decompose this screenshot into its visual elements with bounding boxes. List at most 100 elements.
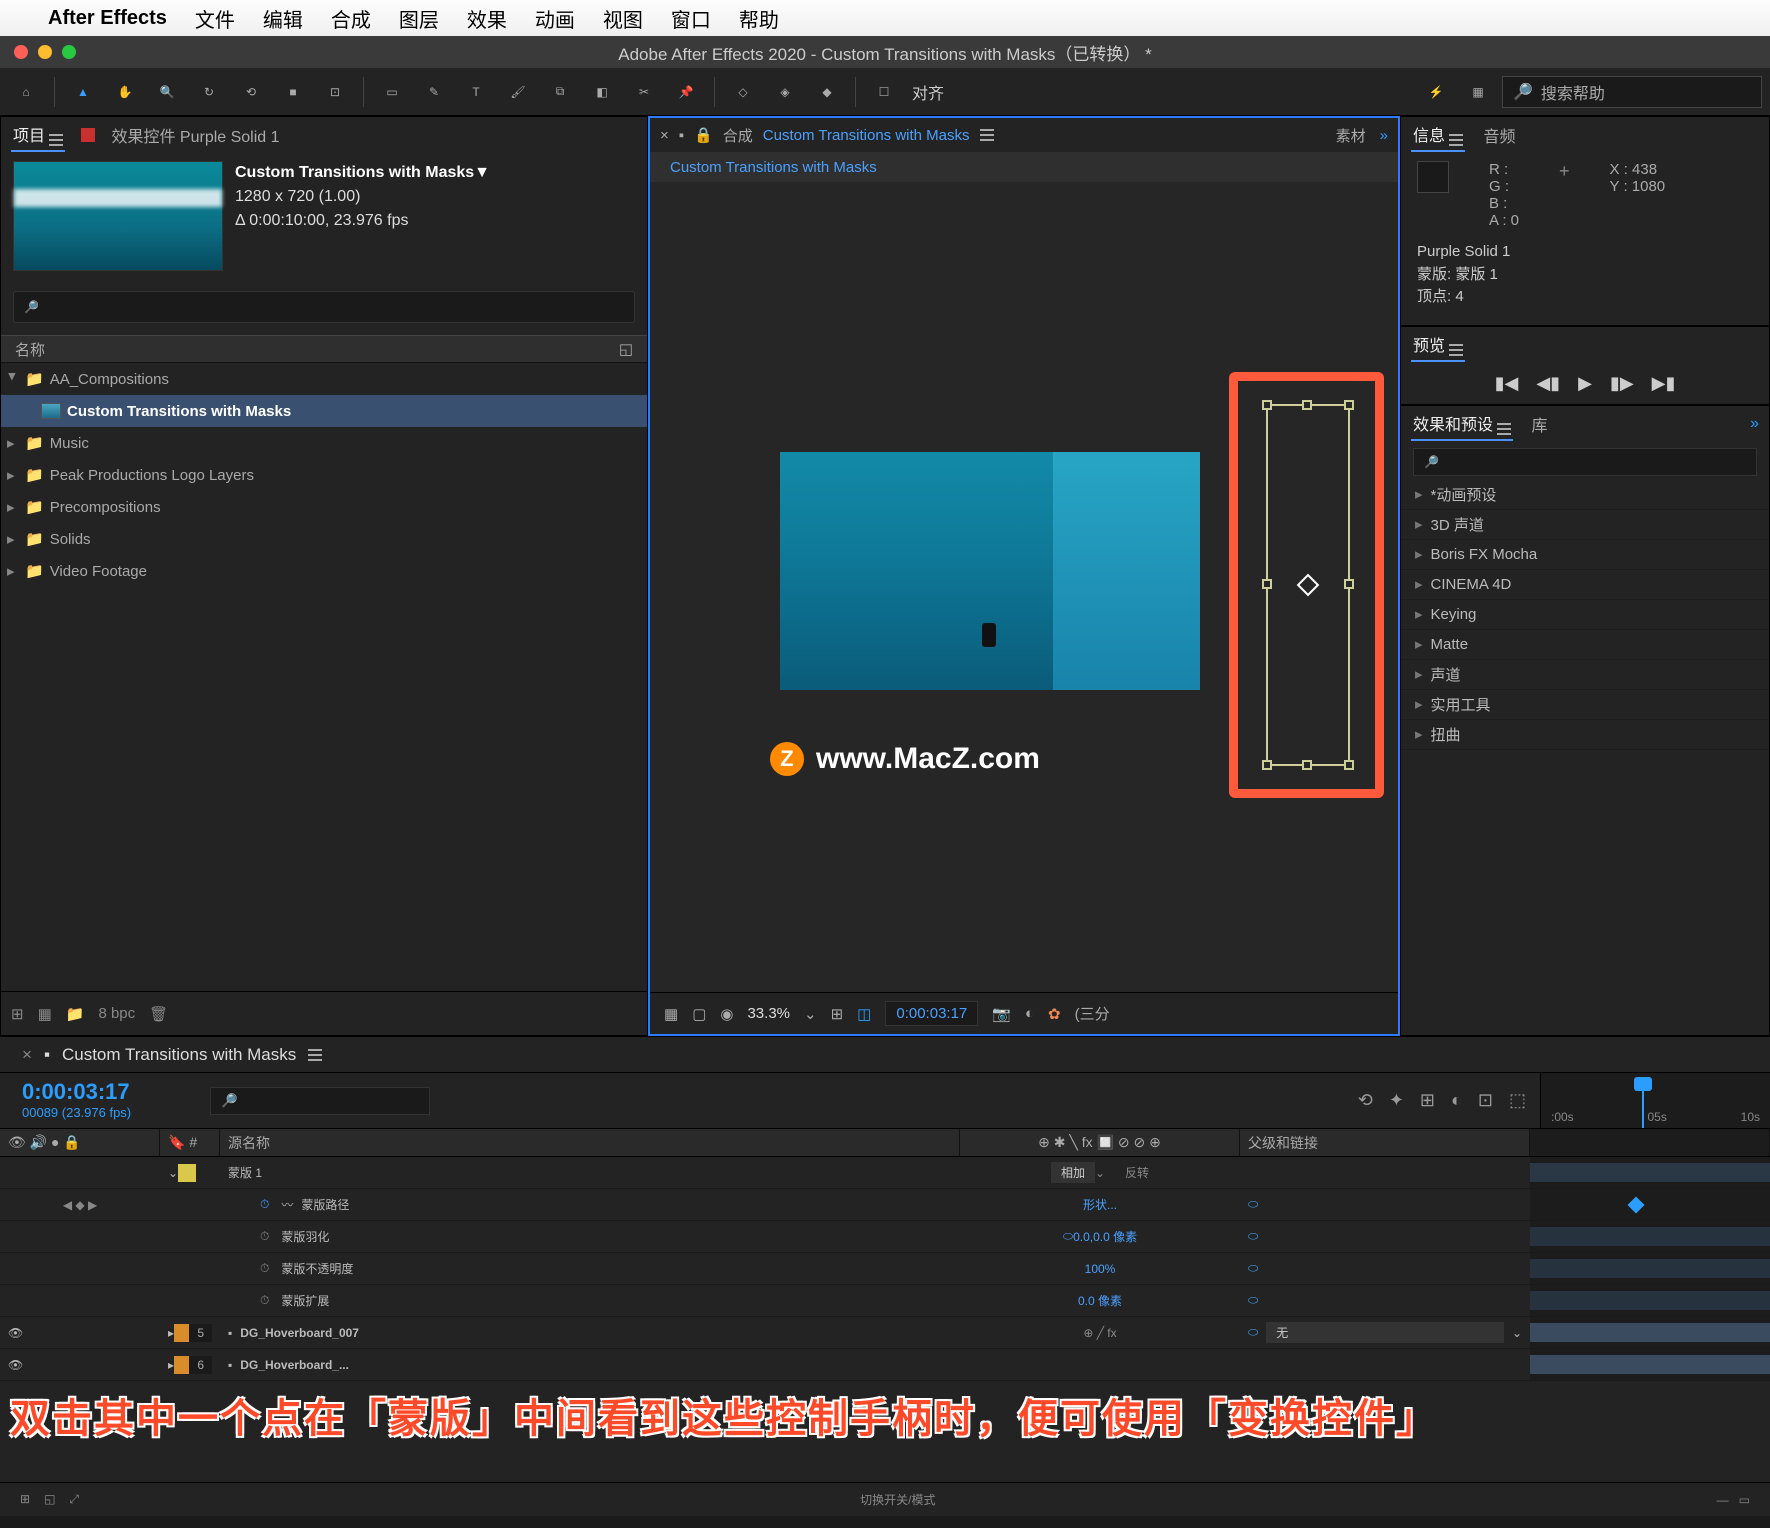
rotate-tool[interactable]: ⟲ — [233, 74, 269, 110]
fx-category-c4d[interactable]: ▸CINEMA 4D — [1401, 570, 1769, 600]
footage-tab[interactable]: 素材 — [1336, 125, 1366, 146]
menu-layer[interactable]: 图层 — [399, 4, 439, 33]
play-button[interactable]: ▶ — [1578, 373, 1592, 394]
layer-5-row[interactable]: 👁▸5 ▪DG_Hoverboard_007 ⊕ ╱ fx ⬭无⌄ — [0, 1317, 1770, 1349]
preview-menu-icon[interactable] — [1449, 349, 1463, 351]
resolution-dropdown[interactable]: (三分 — [1075, 1003, 1110, 1024]
stopwatch-icon[interactable]: ⏱ — [260, 1261, 269, 1276]
mask-handle-bottom-right[interactable] — [1344, 760, 1354, 770]
comp-panel-menu-icon[interactable] — [980, 134, 994, 136]
new-folder-button[interactable]: 📁 — [66, 1005, 85, 1023]
show-channel-icon[interactable]: ◐ — [1025, 1005, 1034, 1022]
app-name[interactable]: After Effects — [48, 7, 167, 30]
mask-handle-top-mid[interactable] — [1302, 400, 1312, 410]
col-source-name[interactable]: 源名称 — [220, 1129, 960, 1156]
snap-toggle[interactable]: ☐ — [866, 74, 902, 110]
layer-6-row[interactable]: 👁▸6 ▪DG_Hoverboard_... — [0, 1349, 1770, 1381]
menu-composition[interactable]: 合成 — [331, 4, 371, 33]
3d-view-icon[interactable]: ◉ — [720, 1005, 733, 1023]
roto-tool[interactable]: ✂ — [626, 74, 662, 110]
zoom-caret-icon[interactable]: ⌄ — [804, 1005, 817, 1023]
timeline-menu-icon[interactable] — [308, 1054, 322, 1056]
mask-anchor-point[interactable] — [1297, 574, 1320, 597]
effects-search-input[interactable]: 🔎 — [1413, 448, 1757, 476]
mask-invert-toggle[interactable]: 反转 — [1125, 1164, 1149, 1181]
fx-category-channel[interactable]: ▸声道 — [1401, 660, 1769, 690]
type-tool[interactable]: T — [458, 74, 494, 110]
zoom-out-icon[interactable]: — — [1717, 1493, 1729, 1507]
new-comp-button[interactable]: ▦ — [38, 1005, 52, 1023]
timeline-tab-name[interactable]: Custom Transitions with Masks — [62, 1045, 296, 1065]
mask-expansion-value[interactable]: 0.0 像素 — [1078, 1292, 1122, 1309]
stopwatch-icon[interactable]: ⏱ — [260, 1229, 269, 1244]
overflow-icon[interactable]: » — [1380, 127, 1388, 144]
graph-editor-icon[interactable]: ⊡ — [1478, 1090, 1493, 1111]
maximize-window-button[interactable] — [62, 45, 76, 59]
hand-tool[interactable]: ✋ — [107, 74, 143, 110]
mask-row[interactable]: ⌄ 蒙版 1 相加 ⌄反转 — [0, 1157, 1770, 1189]
toggle-switches-modes[interactable]: 切换开关/模式 — [860, 1491, 935, 1508]
menu-help[interactable]: 帮助 — [739, 4, 779, 33]
mask-expansion-row[interactable]: ⏱蒙版扩展 0.0 像素 ⬭ — [0, 1285, 1770, 1317]
mask-handle-top-right[interactable] — [1344, 400, 1354, 410]
close-timeline-tab[interactable]: × — [22, 1045, 32, 1065]
keyframe-marker[interactable] — [1627, 1196, 1644, 1213]
delete-button[interactable]: 🗑 — [149, 1005, 168, 1023]
folder-precomps[interactable]: ▸📁Precompositions — [1, 491, 647, 523]
last-frame-button[interactable]: ▶▮ — [1652, 373, 1676, 394]
pan-behind-tool[interactable]: ⊡ — [317, 74, 353, 110]
brush-tool[interactable]: 🖌 — [500, 74, 536, 110]
rectangle-tool[interactable]: ▭ — [374, 74, 410, 110]
panel-menu-icon[interactable] — [49, 139, 63, 141]
mask-path-row[interactable]: ◀ ◆ ▶ ⏱〰 蒙版路径 形状... ⬭ — [0, 1189, 1770, 1221]
mask-opacity-row[interactable]: ⏱蒙版不透明度 100% ⬭ — [0, 1253, 1770, 1285]
folder-music[interactable]: ▸📁Music — [1, 427, 647, 459]
timeline-ruler[interactable]: :00s 05s 10s — [1540, 1073, 1770, 1128]
effects-menu-icon[interactable] — [1497, 428, 1511, 430]
workspace-icon[interactable]: ▦ — [1460, 74, 1496, 110]
shy-icon[interactable]: ⟲ — [1358, 1090, 1373, 1111]
comp-breadcrumb[interactable]: Custom Transitions with Masks — [650, 152, 1398, 182]
composition-viewer[interactable]: Z www.MacZ.com — [650, 182, 1398, 992]
transparency-grid-icon[interactable]: ▢ — [692, 1005, 706, 1023]
clone-tool[interactable]: ⧉ — [542, 74, 578, 110]
tab-effects-presets[interactable]: 效果和预设 — [1411, 407, 1513, 441]
first-frame-button[interactable]: ▮◀ — [1495, 373, 1519, 394]
tab-project[interactable]: 项目 — [11, 118, 65, 152]
comp-thumbnail[interactable] — [13, 161, 223, 271]
zoom-dropdown[interactable]: 33.3% — [747, 1005, 790, 1022]
mask-handle-bottom-mid[interactable] — [1302, 760, 1312, 770]
menu-view[interactable]: 视图 — [603, 4, 643, 33]
comp-item-custom-transitions[interactable]: Custom Transitions with Masks — [1, 395, 647, 427]
fx-category-utility[interactable]: ▸实用工具 — [1401, 690, 1769, 720]
mask-handle-bottom-left[interactable] — [1262, 760, 1272, 770]
mask-handle-top-left[interactable] — [1262, 400, 1272, 410]
motion-blur-icon[interactable]: ◐ — [1451, 1090, 1462, 1111]
alpha-toggle-icon[interactable]: ▦ — [664, 1005, 678, 1023]
stopwatch-icon[interactable]: ⏱ — [260, 1197, 269, 1212]
folder-solids[interactable]: ▸📁Solids — [1, 523, 647, 555]
tab-info[interactable]: 信息 — [1411, 118, 1465, 152]
menu-animation[interactable]: 动画 — [535, 4, 575, 33]
mask-opacity-value[interactable]: 100% — [1085, 1262, 1116, 1276]
color-mgmt-icon[interactable]: ✿ — [1048, 1005, 1061, 1023]
close-comp-tab[interactable]: × — [660, 127, 669, 144]
selection-tool[interactable]: ▲ — [65, 74, 101, 110]
link-icon[interactable]: ⬭ — [1248, 1197, 1258, 1212]
zoom-slider[interactable]: ▭ — [1739, 1493, 1750, 1507]
next-frame-button[interactable]: ▮▶ — [1610, 373, 1634, 394]
tab-effect-controls[interactable]: 效果控件 Purple Solid 1 — [111, 123, 279, 147]
close-window-button[interactable] — [14, 45, 28, 59]
mask-path-value[interactable]: 形状... — [1083, 1196, 1117, 1213]
snapshot-icon[interactable]: 📷 — [992, 1005, 1011, 1023]
folder-video-footage[interactable]: ▸📁Video Footage — [1, 555, 647, 587]
fx-category-matte[interactable]: ▸Matte — [1401, 630, 1769, 660]
zoom-tool[interactable]: 🔍 — [149, 74, 185, 110]
mask-feather-value[interactable]: 0.0,0.0 像素 — [1073, 1228, 1137, 1245]
home-button[interactable]: ⌂ — [8, 74, 44, 110]
flowchart-icon[interactable]: ◱ — [619, 340, 633, 358]
minimize-window-button[interactable] — [38, 45, 52, 59]
prev-frame-button[interactable]: ◀▮ — [1536, 373, 1560, 394]
link-icon[interactable]: ⬭ — [1248, 1229, 1258, 1244]
view-axis-icon[interactable]: ◆ — [809, 74, 845, 110]
